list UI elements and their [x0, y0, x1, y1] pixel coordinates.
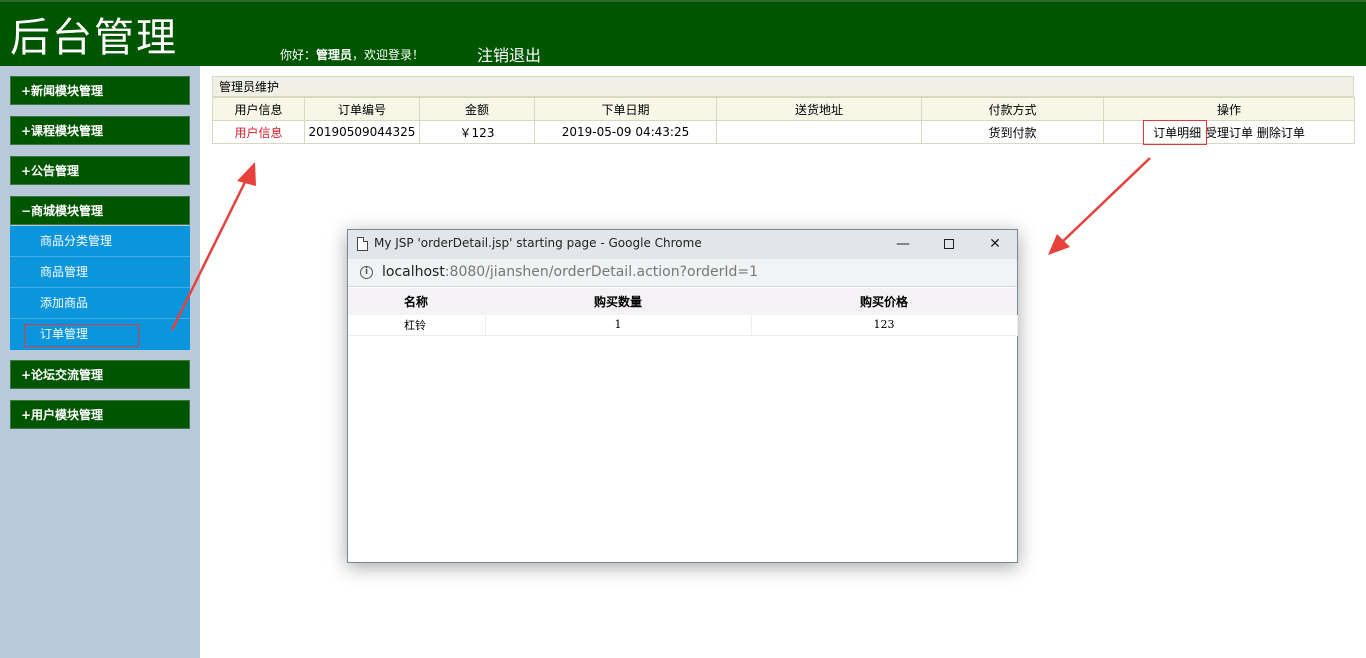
menu-forum[interactable]: +论坛交流管理: [10, 360, 190, 389]
column-header: 金额: [419, 97, 535, 121]
product-price: 123: [751, 315, 1018, 336]
expand-icon: +: [21, 84, 32, 98]
expand-icon: +: [21, 124, 32, 138]
column-header: 下单日期: [534, 97, 717, 121]
panel-title: 管理员维护: [212, 76, 1354, 97]
delivery-address: [716, 120, 922, 144]
menu-news[interactable]: +新闻模块管理: [10, 76, 190, 105]
menu-label: 新闻模块管理: [31, 84, 104, 98]
popup-titlebar[interactable]: My JSP 'orderDetail.jsp' starting page -…: [348, 230, 1017, 259]
arrow-to-popup-line: [1059, 157, 1151, 245]
column-header: 名称: [348, 288, 485, 315]
user-info-link[interactable]: 用户信息: [234, 126, 282, 140]
menu-label: 课程模块管理: [31, 124, 104, 138]
payment-method: 货到付款: [921, 120, 1104, 144]
url-host: localhost: [382, 264, 445, 280]
operations-cell: 订单明细 受理订单 删除订单: [1103, 120, 1355, 144]
table-header-row: 用户信息 订单编号 金额 下单日期 送货地址 付款方式 操作: [212, 97, 1355, 121]
logout-link[interactable]: 注销退出: [477, 42, 541, 66]
greeting-prefix: 你好：: [280, 48, 317, 62]
menu-users[interactable]: +用户模块管理: [10, 400, 190, 429]
order-amount: ￥123: [419, 120, 535, 144]
expand-icon: +: [21, 164, 32, 178]
close-button[interactable]: ✕: [972, 230, 1018, 259]
minimize-button[interactable]: —: [880, 230, 926, 259]
product-name: 杠铃: [348, 315, 486, 336]
arrow-to-table-head: [237, 162, 256, 186]
column-header: 用户信息: [212, 97, 305, 121]
column-header: 订单编号: [304, 97, 420, 121]
page-icon: [357, 237, 368, 251]
info-icon[interactable]: i: [360, 266, 373, 279]
greeting-suffix: ，欢迎登录！: [352, 48, 425, 62]
menu-course[interactable]: +课程模块管理: [10, 116, 190, 145]
menu-notice[interactable]: +公告管理: [10, 156, 190, 185]
greeting-text: 你好：管理员，欢迎登录！: [280, 46, 424, 63]
collapse-icon: −: [21, 204, 32, 218]
table-row: 杠铃 1 123: [348, 315, 1018, 336]
annotation-box-detail: [1143, 120, 1207, 145]
delete-order-link[interactable]: 删除订单: [1257, 126, 1305, 140]
order-date: 2019-05-09 04:43:25: [534, 120, 717, 144]
maximize-button[interactable]: [926, 230, 972, 259]
user-name: 管理员: [316, 48, 353, 62]
product-quantity: 1: [485, 315, 752, 336]
brand-title: 后台管理: [10, 15, 178, 61]
menu-label: 论坛交流管理: [31, 368, 104, 382]
detail-table: 名称 购买数量 购买价格 杠铃 1 123: [348, 288, 1018, 336]
menu-label: 用户模块管理: [31, 408, 104, 422]
table-header-row: 名称 购买数量 购买价格: [348, 288, 1017, 315]
maximize-icon: [944, 239, 954, 249]
menu-shop[interactable]: −商城模块管理: [10, 196, 190, 225]
column-header: 送货地址: [716, 97, 922, 121]
submenu-products[interactable]: 商品管理: [10, 257, 190, 288]
menu-label: 公告管理: [31, 164, 80, 178]
url-text: localhost:8080/jianshen/orderDetail.acti…: [382, 264, 758, 280]
order-detail-popup-window: My JSP 'orderDetail.jsp' starting page -…: [347, 229, 1018, 563]
expand-icon: +: [21, 408, 32, 422]
submenu-add-product[interactable]: 添加商品: [10, 288, 190, 319]
expand-icon: +: [21, 368, 32, 382]
address-bar[interactable]: i localhost:8080/jianshen/orderDetail.ac…: [348, 259, 1017, 287]
arrow-to-popup-head: [1048, 234, 1070, 255]
url-path: :8080/jianshen/orderDetail.action?orderI…: [444, 264, 759, 280]
menu-label: 商城模块管理: [31, 204, 104, 218]
column-header: 付款方式: [921, 97, 1104, 121]
top-header: 后台管理 你好：管理员，欢迎登录！ 注销退出: [0, 0, 1366, 66]
annotation-box-orders: [24, 324, 139, 347]
column-header: 购买价格: [751, 288, 1017, 315]
column-header: 购买数量: [485, 288, 751, 315]
order-number: 20190509044325: [304, 120, 420, 144]
submenu-category[interactable]: 商品分类管理: [10, 226, 190, 257]
column-header: 操作: [1103, 97, 1355, 121]
accept-order-link[interactable]: 受理订单: [1205, 126, 1253, 140]
popup-title: My JSP 'orderDetail.jsp' starting page -…: [374, 236, 702, 250]
